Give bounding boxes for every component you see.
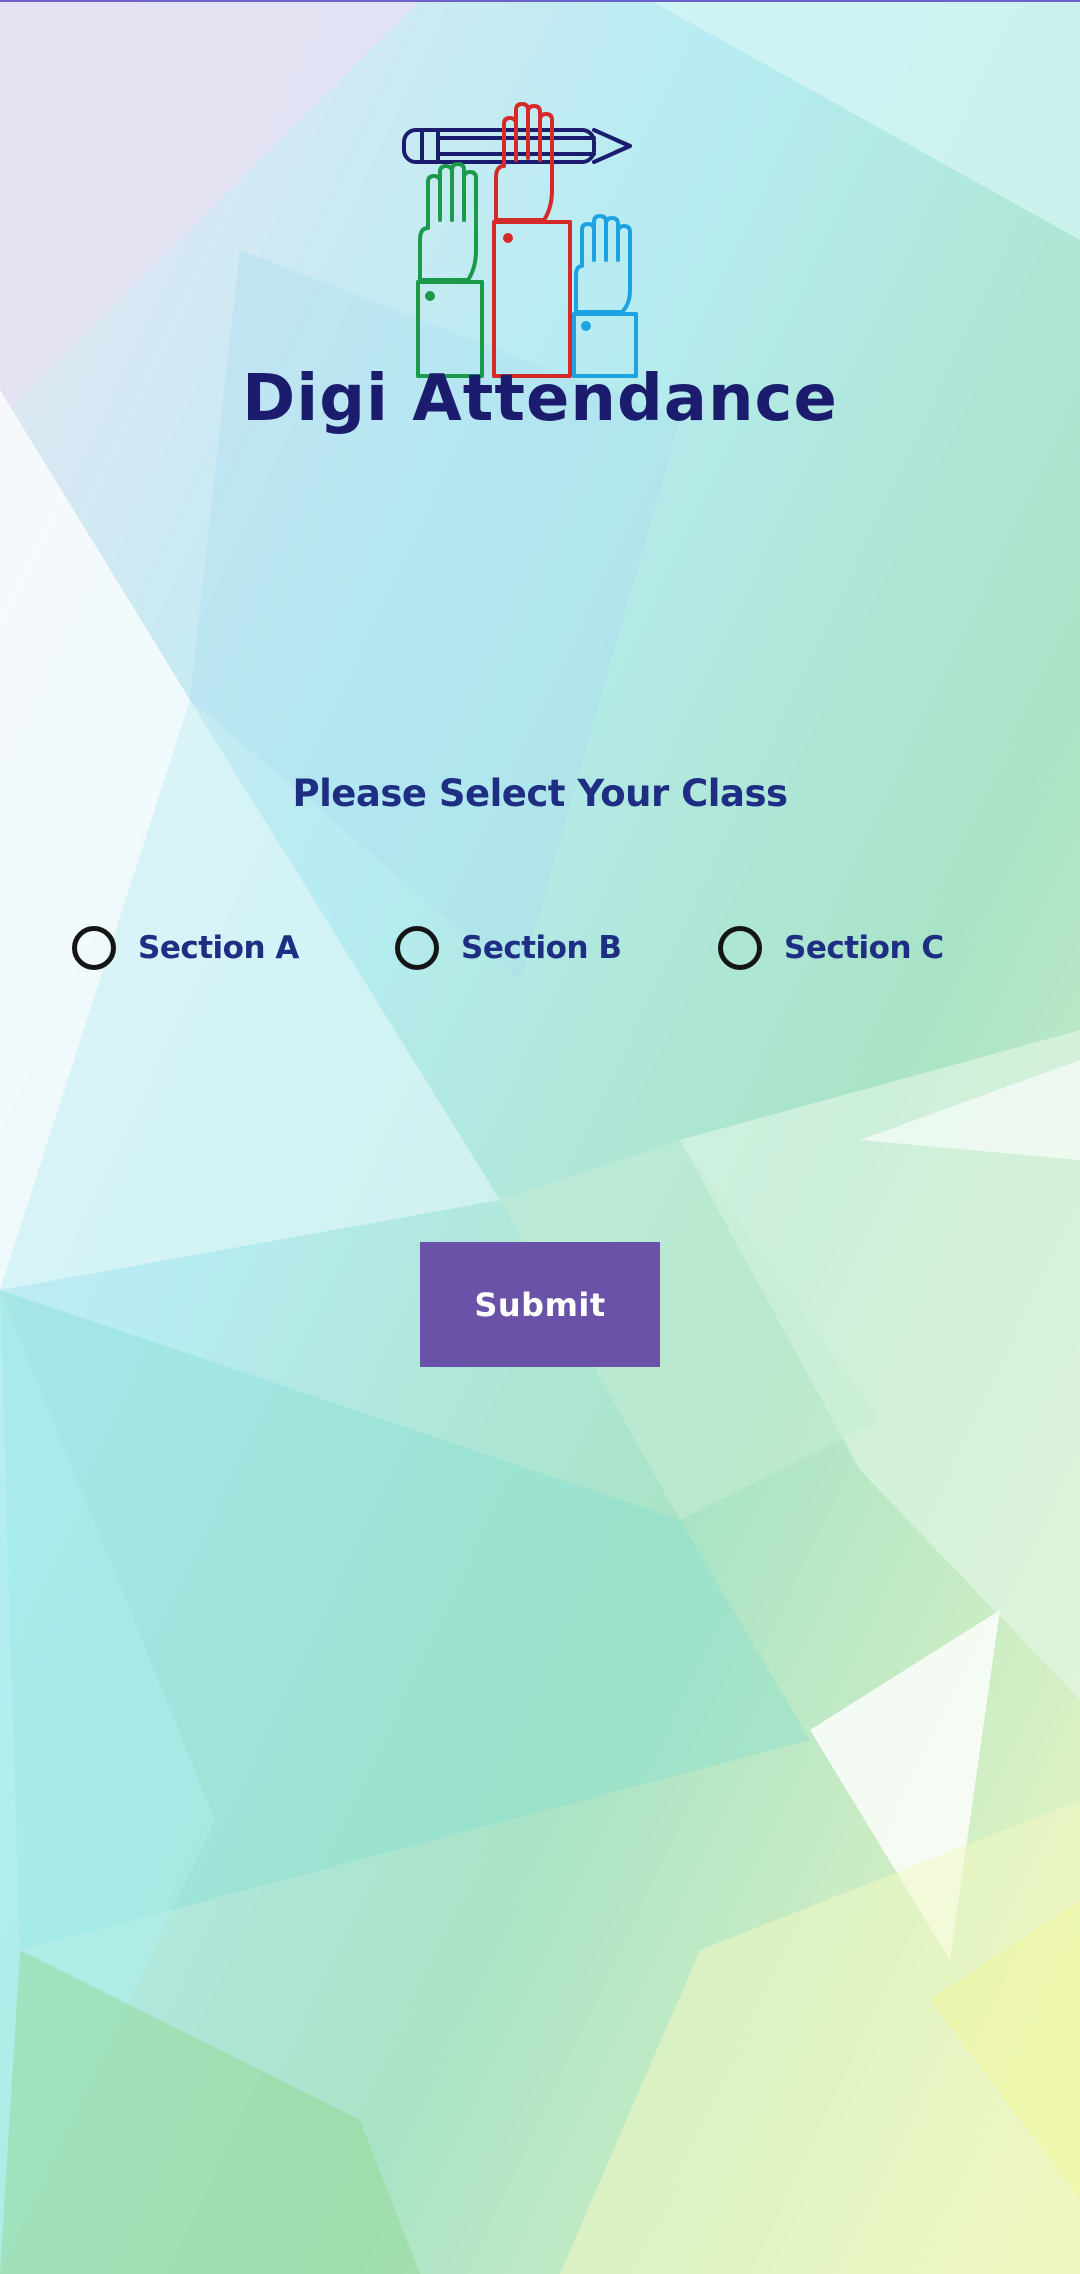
class-select-prompt: Please Select Your Class: [292, 772, 788, 815]
submit-button[interactable]: Submit: [420, 1242, 660, 1367]
radio-label-section-a: Section A: [138, 930, 299, 966]
radio-button-section-c[interactable]: [718, 926, 762, 970]
class-radio-group: Section A Section B Section C: [0, 918, 1080, 978]
radio-button-section-b[interactable]: [395, 926, 439, 970]
raised-hands-pencil-icon: [402, 102, 638, 378]
radio-button-section-a[interactable]: [72, 926, 116, 970]
radio-label-section-b: Section B: [461, 930, 622, 966]
radio-option-section-b[interactable]: Section B: [395, 918, 622, 978]
top-accent-line: [0, 0, 1080, 2]
radio-option-section-c[interactable]: Section C: [718, 918, 944, 978]
radio-label-section-c: Section C: [784, 930, 944, 966]
app-name: Digi Attendance: [242, 362, 838, 436]
radio-option-section-a[interactable]: Section A: [72, 918, 299, 978]
